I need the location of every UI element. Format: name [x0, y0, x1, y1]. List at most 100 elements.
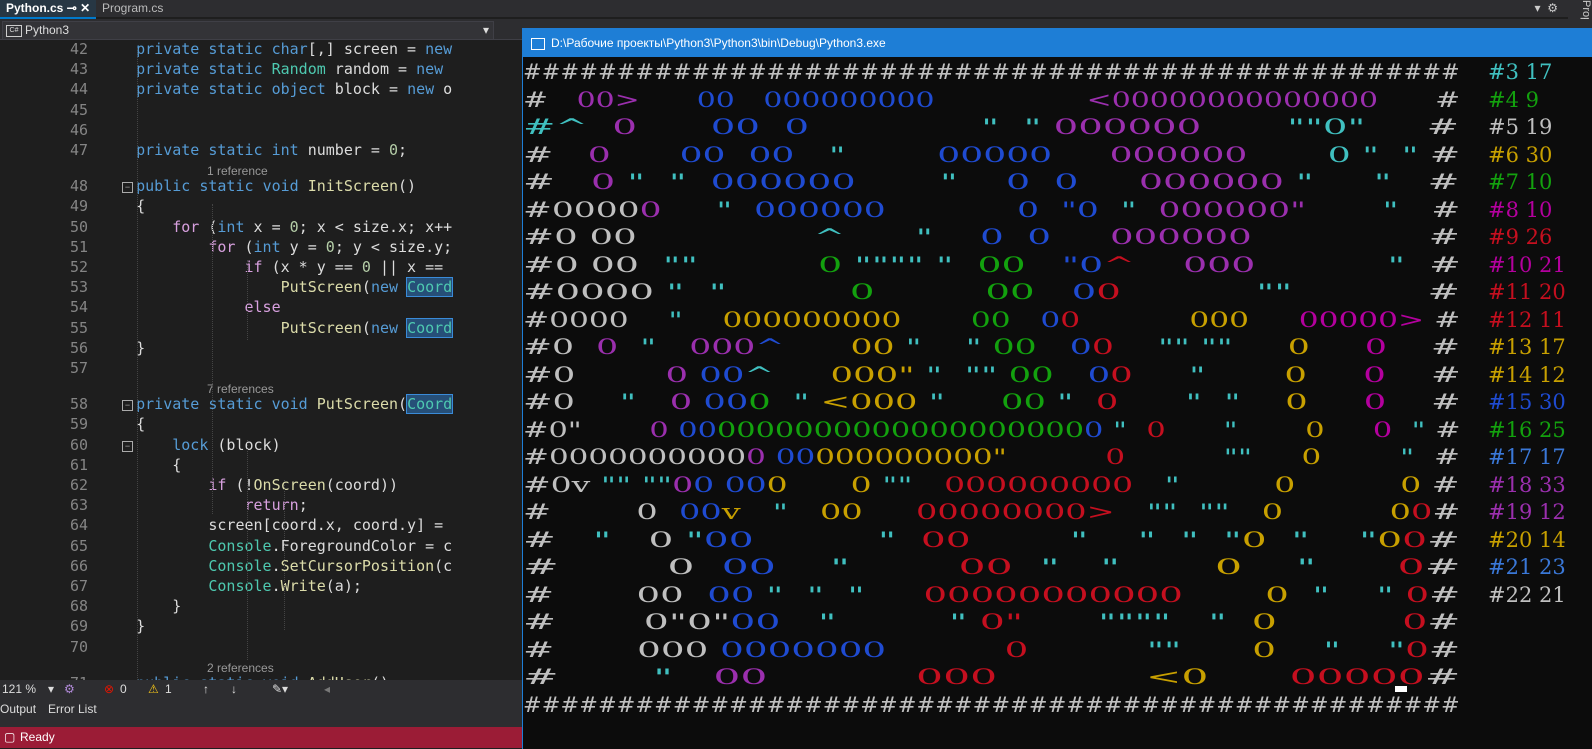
screen-glyphs: 0: [1305, 417, 1325, 442]
score-entry: #20 14: [1488, 527, 1566, 552]
screen-glyphs: 0: [1274, 472, 1296, 497]
screen-glyphs: [1255, 253, 1387, 277]
warning-count[interactable]: 1: [165, 680, 172, 699]
screen-glyphs: [1201, 115, 1287, 139]
project-dropdown[interactable]: C# Python3 ▾: [2, 21, 494, 40]
code-line[interactable]: if (!OnScreen(coord)): [100, 476, 398, 494]
console-title-bar[interactable]: D:\Рабочие проекты\Python3\Python3\bin\D…: [523, 29, 1592, 57]
screen-glyphs: [1080, 308, 1189, 332]
screen-glyphs: 000000: [754, 197, 886, 222]
code-line[interactable]: {: [100, 456, 181, 474]
screen-glyphs: [1023, 610, 1098, 634]
tab-output[interactable]: Output: [0, 699, 36, 719]
screen-glyphs: 0: [1027, 225, 1051, 249]
code-line[interactable]: Console.SetCursorPosition(c: [100, 557, 452, 575]
screen-glyphs: [1330, 583, 1377, 607]
code-line[interactable]: PutScreen(new Coord: [100, 317, 454, 338]
screen-glyphs: [1127, 418, 1146, 442]
screen-glyphs: [845, 143, 937, 167]
screen-glyphs: #0000: [523, 280, 655, 304]
window-tools: ▾ ⚙: [1535, 0, 1558, 16]
code-line[interactable]: {: [100, 197, 145, 215]
code-line[interactable]: private static object block = new o: [100, 80, 452, 98]
screen-glyphs: 0: [1372, 417, 1393, 442]
health-icon[interactable]: ⚙: [64, 680, 75, 699]
screen-glyphs: 0: [746, 445, 766, 469]
screen-glyphs: 0: [1096, 280, 1121, 304]
screen-glyphs: 00: [707, 582, 755, 607]
screen-glyphs: ": [1359, 527, 1378, 552]
code-line[interactable]: PutScreen(new Coord: [100, 277, 454, 298]
collapse-icon[interactable]: −: [122, 440, 133, 452]
tab-python-cs[interactable]: Python.cs ⊸ ✕: [0, 0, 97, 19]
line-number: 49: [69, 197, 88, 216]
screen-glyphs: #: [523, 637, 555, 662]
screen-glyphs: [1277, 610, 1402, 634]
brush-icon[interactable]: ✎▾: [272, 680, 288, 699]
error-count[interactable]: 0: [120, 680, 127, 699]
screen-glyphs: [1004, 225, 1028, 249]
screen-glyphs: ": [940, 170, 958, 194]
document-tab-strip: [0, 0, 1592, 17]
screen-glyphs: #: [523, 170, 592, 194]
arrow-down-icon[interactable]: ↓: [231, 680, 237, 699]
screen-glyphs: ": [925, 362, 943, 387]
collapse-icon[interactable]: −: [122, 182, 133, 194]
code-line[interactable]: {: [100, 415, 145, 433]
screen-glyphs: [842, 253, 854, 277]
screen-glyphs: #: [1391, 170, 1460, 194]
dropdown-icon[interactable]: ▾: [1535, 1, 1541, 15]
screen-glyphs: [895, 335, 906, 359]
pin-icon[interactable]: ⊸: [67, 1, 77, 15]
screen-glyphs: 000000: [1109, 142, 1248, 167]
tab-error-list[interactable]: Error List: [48, 699, 97, 719]
code-line[interactable]: Console.Write(a);: [100, 577, 362, 595]
close-icon[interactable]: ✕: [80, 1, 90, 15]
code-line[interactable]: }: [100, 597, 181, 615]
screen-glyphs: 00 0: [710, 115, 810, 139]
console-window[interactable]: D:\Рабочие проекты\Python3\Python3\bin\D…: [522, 28, 1592, 749]
code-line[interactable]: private static Random random = new: [100, 60, 443, 78]
screen-glyphs: ": [847, 582, 865, 607]
code-line[interactable]: }: [100, 339, 145, 357]
code-line[interactable]: private static int number = 0;: [100, 141, 407, 159]
screen-glyphs: [1041, 115, 1053, 139]
screen-glyphs: [1054, 363, 1088, 387]
code-line[interactable]: }: [100, 617, 145, 635]
code-line[interactable]: for (int x = 0; x < size.x; x++: [100, 218, 452, 236]
screen-glyphs: #: [1365, 115, 1460, 139]
scroll-left-icon[interactable]: ◂: [324, 680, 330, 699]
screen-glyphs: 0: [1071, 280, 1097, 304]
screen-row: #0 00 ^ " 0 0 000000 #: [523, 224, 1460, 251]
chevron-down-icon[interactable]: ▾: [48, 680, 54, 699]
zoom-level[interactable]: 121 %: [2, 680, 36, 699]
code-line[interactable]: screen[coord.x, coord.y] =: [100, 516, 443, 534]
code-line[interactable]: else: [100, 298, 281, 316]
code-line[interactable]: public static void InitScreen(): [100, 177, 416, 195]
code-line[interactable]: for (int y = 0; y < size.y;: [100, 238, 452, 256]
screen-glyphs: #: [1386, 335, 1461, 359]
settings-icon[interactable]: ⚙: [1547, 1, 1558, 15]
codelens-references[interactable]: 2 references: [207, 661, 274, 675]
screen-glyphs: ": [716, 197, 733, 222]
screen-glyphs: [1267, 528, 1292, 552]
collapse-icon[interactable]: −: [122, 400, 133, 412]
screen-glyphs: 000000: [1110, 225, 1252, 249]
screen-glyphs: ": [1113, 417, 1128, 442]
screen-glyphs: 0: [672, 472, 694, 497]
code-editor[interactable]: 42 private static char[,] screen = new 43…: [0, 40, 522, 680]
code-line[interactable]: return;: [100, 496, 308, 514]
screen-glyphs: #0: [523, 390, 576, 414]
screen-row: #0v "" ""00 000 0 "" 000000000 " 0 0 #: [523, 472, 1459, 499]
code-line[interactable]: private static void PutScreen(Coord: [100, 394, 454, 415]
screen-glyphs: 0 0: [1005, 170, 1079, 194]
line-number: 67: [69, 577, 88, 595]
arrow-up-icon[interactable]: ↑: [203, 680, 209, 699]
code-line[interactable]: if (x * y == 0 || x ==: [100, 258, 444, 276]
code-line[interactable]: Console.ForegroundColor = c: [100, 537, 452, 555]
code-line[interactable]: private static char[,] screen = new: [100, 40, 452, 58]
screen-glyphs: [1121, 280, 1256, 304]
codelens-references[interactable]: 1 reference: [207, 164, 268, 178]
tab-program-cs[interactable]: Program.cs: [96, 0, 169, 17]
screen-glyphs: "": [663, 252, 698, 277]
